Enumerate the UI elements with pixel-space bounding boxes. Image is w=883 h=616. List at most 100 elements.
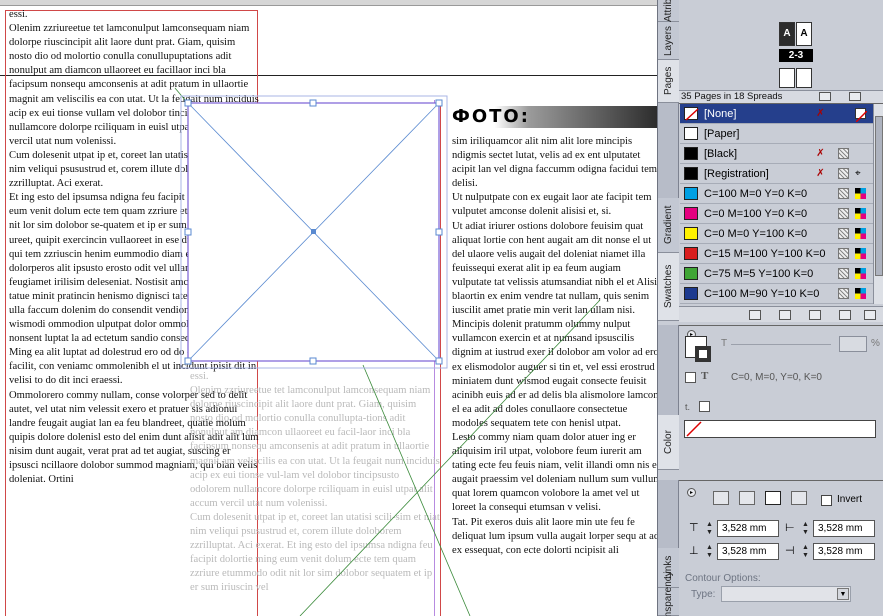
wrap-bounding-box-button[interactable] [739,491,755,505]
new-swatch-button[interactable] [839,310,851,320]
bottom-offset-icon: ⊥ [689,545,699,557]
swatch-row[interactable]: C=100 M=90 Y=10 K=0 [680,284,873,304]
color-panel: ▸ T % T C=0, M=0, Y=0, K=0 t. [679,325,883,470]
contour-type-select[interactable]: ▼ [721,586,851,602]
swatch-row[interactable]: [Black] ✗ [680,144,873,164]
spread-thumbnail[interactable]: A A [779,22,813,46]
non-editable-icon: ✗ [816,168,825,179]
process-color-icon [838,268,849,279]
swatch-row[interactable]: C=75 M=5 Y=100 K=0 [680,264,873,284]
top-offset-stepper[interactable]: ▲ ▼ [705,521,714,537]
section-heading[interactable]: ФОТО: [452,106,530,128]
tab-layers[interactable]: Layers [658,22,679,60]
tint-small-label: t. [685,402,691,412]
delete-page-button[interactable] [849,92,861,101]
swatch-name: [None] [704,108,737,120]
blank-icon [855,148,866,159]
page-thumb-left[interactable] [779,68,795,88]
process-color-icon [838,168,849,179]
swatch-gradient-button[interactable] [809,310,821,320]
formatting-container-icon[interactable] [685,372,696,383]
swatch-color-chip [684,187,698,200]
cmyk-mode-icon [855,248,866,259]
blank-icon [855,128,866,139]
cmyk-mode-icon [855,228,866,239]
tab-gradient[interactable]: Gradient [658,198,679,253]
tint-slider[interactable] [731,344,831,345]
pages-panel: A A 2-3 35 Pages in 18 Spreads [679,0,883,103]
spread-thumbnail[interactable] [779,68,813,88]
swatches-footer [679,306,883,322]
swatch-name: [Paper] [704,128,740,140]
panel-menu-icon[interactable]: ▸ [687,488,696,497]
swatch-fill-button[interactable] [749,310,761,320]
delete-swatch-button[interactable] [864,310,876,320]
text-frame-right[interactable]: sim iriliquamcor alit nim alit lore minc… [452,135,660,616]
swatch-name: [Black] [704,148,738,160]
swatch-color-chip [684,227,698,240]
white-swatch-icon[interactable] [699,401,710,412]
swatch-row[interactable]: C=15 M=100 Y=100 K=0 [680,244,873,264]
swatch-name: C=15 M=100 Y=100 K=0 [704,248,826,260]
bottom-offset-stepper[interactable]: ▲ ▼ [705,544,714,560]
page-thumb-right[interactable]: A [796,22,812,46]
swatch-row[interactable]: C=0 M=0 Y=100 K=0 [680,224,873,244]
stroke-swatch[interactable] [695,346,711,362]
text-format-icon[interactable]: T [701,370,708,382]
process-color-icon [838,208,849,219]
no-wrap-button[interactable] [713,491,729,505]
tab-pages[interactable]: Pages [658,60,679,103]
process-color-icon [838,188,849,199]
swatch-color-chip [684,287,698,300]
swatch-color-chip [684,167,698,180]
swatches-panel: [None] ✗ [Paper] [Black] ✗ [Registration] ✗ ⌖ C=… [679,103,883,322]
swatch-row[interactable]: C=0 M=100 Y=0 K=0 [680,204,873,224]
page-thumb-right[interactable] [796,68,812,88]
tab-swatches[interactable]: Swatches [658,253,679,321]
contour-options-label: Contour Options: [685,573,761,584]
none-color-bar[interactable] [684,420,876,438]
jump-object-button[interactable] [791,491,807,505]
swatch-row[interactable]: [Registration] ✗ ⌖ [680,164,873,184]
wrap-object-shape-button[interactable] [765,491,781,505]
swatch-color-chip [684,107,699,121]
document-canvas[interactable]: essi. Olenim zzriureetue tet lamconulput… [0,0,660,616]
right-offset-field[interactable]: 3,528 mm [813,543,875,560]
invert-checkbox[interactable] [821,495,832,506]
right-offset-stepper[interactable]: ▲ ▼ [801,544,810,560]
swatch-color-chip [684,147,698,160]
swatch-scrollbar[interactable] [873,104,883,304]
color-tab-strip: Color [658,325,679,470]
color-values: C=0, M=0, Y=0, K=0 [731,372,822,383]
swatch-row[interactable]: [None] ✗ [680,104,873,124]
page-thumb-left[interactable]: A [779,22,795,46]
tab-attributes[interactable]: Attrib [658,0,679,22]
cmyk-mode-icon [855,188,866,199]
swatch-color-chip [684,267,698,280]
bottom-offset-field[interactable]: 3,528 mm [717,543,779,560]
right-offset-icon: ⊣ [785,545,795,557]
swatch-color-chip [684,127,698,140]
left-offset-stepper[interactable]: ▲ ▼ [801,521,810,537]
text-wrap-panel: ▸ Invert ⊤ ▲ ▼ 3,528 mm ⊢ ▲ ▼ 3,528 mm ⊥ ▲… [679,480,883,616]
none-icon [686,421,702,437]
top-offset-icon: ⊤ [689,522,699,534]
percent-sign: % [871,338,880,349]
swatch-stroke-button[interactable] [779,310,791,320]
tab-color[interactable]: Color [658,415,679,470]
none-icon [855,108,868,123]
registration-icon: ⌖ [855,168,861,179]
swatch-name: C=0 M=100 Y=0 K=0 [704,208,808,220]
left-offset-field[interactable]: 3,528 mm [813,520,875,537]
scroll-thumb[interactable] [875,116,883,276]
chevron-down-icon[interactable]: ▼ [837,588,849,600]
fill-stroke-icon[interactable] [685,336,713,364]
swatch-row[interactable]: [Paper] [680,124,873,144]
swatch-row[interactable]: C=100 M=0 Y=0 K=0 [680,184,873,204]
new-page-button[interactable] [819,92,831,101]
process-color-icon [838,228,849,239]
tint-field[interactable] [839,336,867,352]
top-offset-field[interactable]: 3,528 mm [717,520,779,537]
swatches-tab-strip: Gradient Swatches [658,103,679,321]
tab-transparency[interactable]: Transparency [658,571,679,616]
